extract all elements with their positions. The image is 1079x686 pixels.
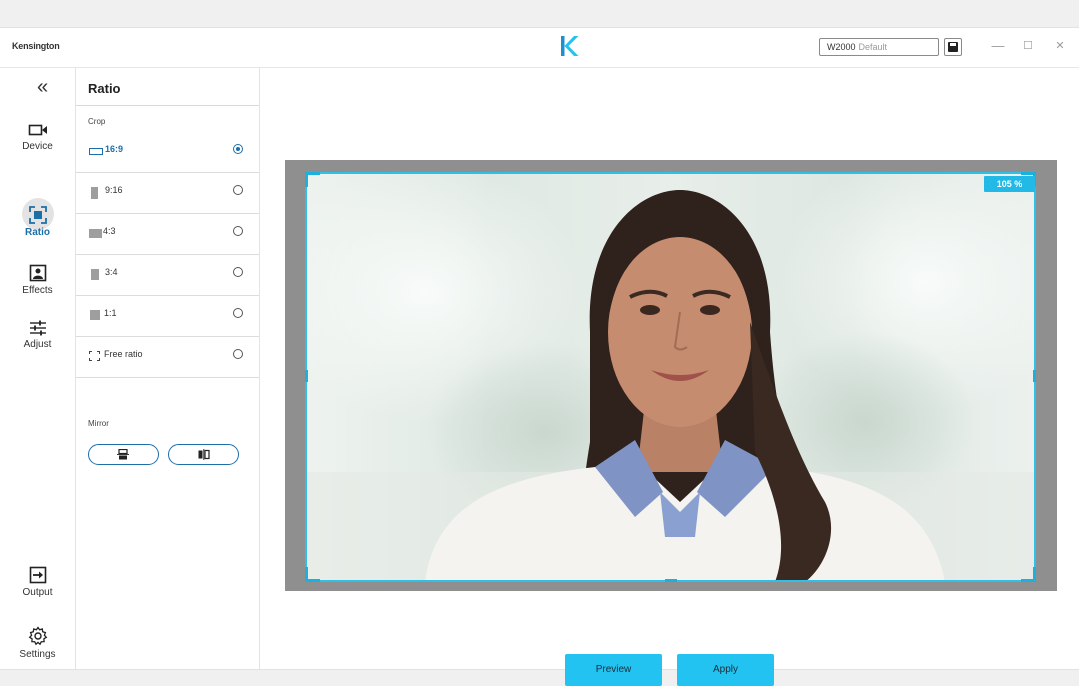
sidebar: « Device Ratio Effects Adjust Output Set… (0, 68, 76, 669)
divider (76, 105, 259, 106)
portrait-ratio-icon (91, 187, 98, 199)
zoom-level-badge: 105 % (984, 176, 1035, 192)
crop-handle[interactable] (305, 172, 320, 187)
sidebar-item-label: Adjust (23, 339, 52, 350)
crop-handle[interactable] (665, 579, 677, 582)
portrait-ratio-icon (91, 269, 99, 280)
ratio-option-16-9[interactable]: 16:9 (76, 131, 259, 173)
mirror-horizontal-button[interactable] (168, 444, 239, 465)
output-icon (29, 566, 46, 584)
sidebar-item-label: Output (22, 587, 53, 598)
sidebar-item-effects[interactable]: Effects (0, 264, 75, 296)
radio-selected-icon[interactable] (233, 144, 243, 154)
ratio-option-label: 16:9 (105, 144, 124, 154)
ratio-option-free[interactable]: Free ratio (76, 336, 259, 378)
sidebar-item-output[interactable]: Output (0, 566, 75, 598)
profile-preset: Default (858, 42, 888, 52)
desktop-band (0, 0, 1079, 28)
ratio-icon (28, 206, 47, 224)
ratio-option-label: 1:1 (104, 308, 117, 318)
profile-name: W2000 (827, 42, 856, 52)
landscape-ratio-icon (89, 229, 102, 238)
square-ratio-icon (90, 310, 100, 320)
ratio-option-label: 3:4 (105, 267, 118, 277)
ratio-option-label: Free ratio (104, 349, 143, 359)
free-ratio-icon (89, 351, 100, 361)
camera-icon (28, 124, 47, 136)
sidebar-item-label: Ratio (25, 227, 50, 238)
radio-icon[interactable] (233, 349, 243, 359)
brand-name: Kensington (12, 41, 60, 51)
minimize-button[interactable]: — (988, 36, 1008, 56)
ratio-option-4-3[interactable]: 4:3 (76, 213, 259, 255)
flip-horizontal-icon (198, 449, 210, 460)
title-bar: Kensington W2000 Default — ☐ ✕ (0, 28, 1079, 68)
mirror-vertical-button[interactable] (88, 444, 159, 465)
camera-profile-field[interactable]: W2000 Default (819, 38, 939, 56)
ratio-option-1-1[interactable]: 1:1 (76, 295, 259, 337)
preview-area: 105 % Preview Apply (260, 68, 1079, 686)
ratio-panel: Ratio Crop 16:9 9:16 4:3 3:4 1:1 Free ra… (76, 68, 260, 669)
ratio-option-9-16[interactable]: 9:16 (76, 172, 259, 214)
flip-vertical-icon (117, 449, 129, 460)
crop-handle[interactable] (305, 370, 308, 382)
crop-selection-rectangle[interactable] (305, 172, 1036, 582)
sidebar-item-settings[interactable]: Settings (0, 626, 75, 660)
apply-button[interactable]: Apply (677, 654, 774, 686)
radio-icon[interactable] (233, 185, 243, 195)
ratio-option-label: 9:16 (105, 185, 123, 195)
radio-icon[interactable] (233, 267, 243, 277)
camera-preview-frame: 105 % (285, 160, 1057, 591)
crop-section-label: Crop (88, 117, 106, 126)
app-window: Kensington W2000Default — ☐ ✕ « Device (0, 28, 1079, 686)
sidebar-item-label: Settings (19, 649, 56, 660)
sidebar-item-ratio[interactable]: Ratio (0, 206, 75, 238)
crop-handle[interactable] (305, 567, 320, 582)
save-profile-button[interactable] (944, 38, 962, 56)
sidebar-item-label: Effects (22, 285, 53, 296)
crop-handle[interactable] (1021, 567, 1036, 582)
sliders-icon (29, 320, 46, 336)
close-button[interactable]: ✕ (1050, 36, 1070, 56)
maximize-button[interactable]: ☐ (1018, 36, 1038, 56)
panel-title: Ratio (88, 81, 121, 96)
kensington-logo-icon (561, 36, 579, 56)
mirror-section-label: Mirror (88, 419, 109, 428)
sidebar-item-device[interactable]: Device (0, 122, 75, 152)
ratio-option-3-4[interactable]: 3:4 (76, 254, 259, 296)
radio-icon[interactable] (233, 308, 243, 318)
radio-icon[interactable] (233, 226, 243, 236)
sidebar-item-adjust[interactable]: Adjust (0, 320, 75, 350)
collapse-sidebar-icon[interactable]: « (37, 77, 48, 97)
gear-icon (28, 626, 47, 646)
portrait-icon (29, 264, 46, 282)
sidebar-item-label: Device (22, 141, 53, 152)
preview-button[interactable]: Preview (565, 654, 662, 686)
crop-handle[interactable] (1033, 370, 1036, 382)
ratio-option-label: 4:3 (103, 226, 116, 236)
landscape-ratio-icon (89, 148, 103, 155)
save-icon (948, 42, 958, 52)
